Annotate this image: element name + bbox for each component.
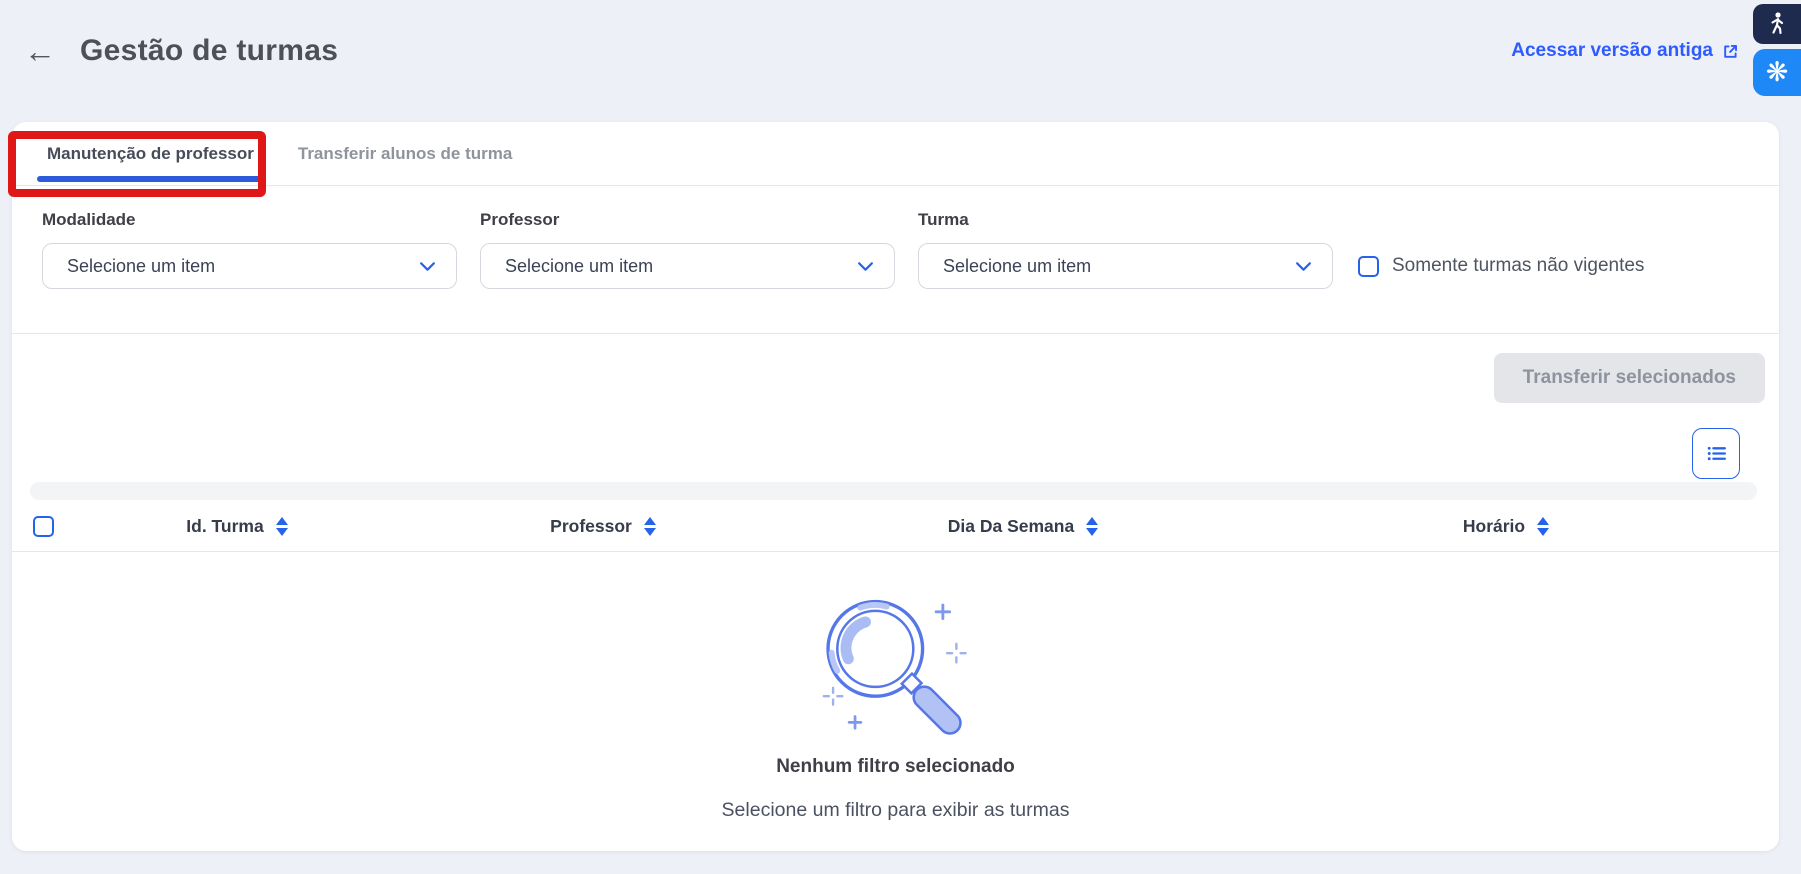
tab-bar: Manutenção de professor Transferir aluno… — [12, 122, 1779, 186]
view-toggle-row — [12, 403, 1779, 479]
turma-select[interactable]: Selecione um item — [918, 243, 1333, 289]
tab-label: Manutenção de professor — [47, 144, 254, 164]
filter-field-modalidade: Modalidade Selecione um item — [42, 210, 457, 289]
select-value: Selecione um item — [67, 256, 419, 277]
tab-label: Transferir alunos de turma — [298, 144, 512, 164]
horizontal-scrollbar-track[interactable] — [30, 482, 1757, 500]
filter-field-professor: Professor Selecione um item — [480, 210, 895, 289]
transfer-selected-button[interactable]: Transferir selecionados — [1494, 353, 1765, 403]
person-walking-icon — [1765, 11, 1789, 37]
old-version-link[interactable]: Acessar versão antiga — [1511, 40, 1739, 62]
column-label: Horário — [1463, 516, 1525, 537]
page-title: Gestão de turmas — [80, 34, 338, 68]
select-value: Selecione um item — [505, 256, 857, 277]
checkbox-label: Somente turmas não vigentes — [1392, 255, 1644, 277]
column-header-dia-da-semana: Dia Da Semana — [813, 516, 1233, 537]
accessibility-widget-button[interactable] — [1753, 4, 1801, 44]
class-management-card: Manutenção de professor Transferir aluno… — [12, 122, 1779, 851]
chevron-down-icon — [1295, 261, 1312, 272]
filter-label: Modalidade — [42, 210, 457, 230]
column-label: Dia Da Semana — [948, 516, 1074, 537]
old-version-link-label: Acessar versão antiga — [1511, 40, 1713, 62]
back-arrow-icon[interactable]: ← — [24, 35, 56, 67]
column-label: Professor — [550, 516, 632, 537]
filter-field-turma: Turma Selecione um item — [918, 210, 1333, 289]
external-link-icon — [1722, 43, 1739, 60]
tab-transferir-alunos-de-turma[interactable]: Transferir alunos de turma — [276, 122, 534, 185]
column-label: Id. Turma — [186, 516, 263, 537]
empty-state-title: Nenhum filtro selecionado — [776, 756, 1015, 778]
assistant-widget-button[interactable]: ❋ — [1753, 49, 1801, 96]
checkbox-unchecked[interactable] — [1358, 256, 1379, 277]
actions-row: Transferir selecionados — [12, 334, 1779, 403]
topbar: ← Gestão de turmas Acessar versão antiga — [0, 0, 1801, 68]
select-value: Selecione um item — [943, 256, 1295, 277]
select-all-checkbox[interactable] — [33, 516, 54, 537]
select-all-cell — [12, 516, 81, 537]
openai-swirl-icon: ❋ — [1766, 59, 1789, 86]
bulleted-list-icon — [1704, 441, 1729, 466]
sort-icon[interactable] — [1537, 517, 1549, 536]
filter-label: Professor — [480, 210, 895, 230]
column-header-id-turma: Id. Turma — [81, 516, 393, 537]
column-header-professor: Professor — [393, 516, 813, 537]
chevron-down-icon — [419, 261, 436, 272]
only-non-current-checkbox[interactable]: Somente turmas não vigentes — [1358, 255, 1644, 277]
chevron-down-icon — [857, 261, 874, 272]
sort-icon[interactable] — [644, 517, 656, 536]
sort-icon[interactable] — [276, 517, 288, 536]
filter-label: Turma — [918, 210, 1333, 230]
table-header-row: Id. Turma Professor Dia Da Semana Horári… — [12, 502, 1779, 552]
tab-manutencao-de-professor[interactable]: Manutenção de professor — [25, 122, 276, 185]
magnifying-glass-illustration — [801, 588, 991, 736]
empty-state-subtitle: Selecione um filtro para exibir as turma… — [722, 799, 1070, 822]
professor-select[interactable]: Selecione um item — [480, 243, 895, 289]
active-tab-underline — [37, 176, 264, 182]
empty-state: Nenhum filtro selecionado Selecione um f… — [12, 552, 1779, 822]
column-header-horario: Horário — [1233, 516, 1779, 537]
filters-row: Modalidade Selecione um item Professor S… — [12, 186, 1779, 289]
modalidade-select[interactable]: Selecione um item — [42, 243, 457, 289]
list-view-button[interactable] — [1692, 428, 1740, 479]
sort-icon[interactable] — [1086, 517, 1098, 536]
